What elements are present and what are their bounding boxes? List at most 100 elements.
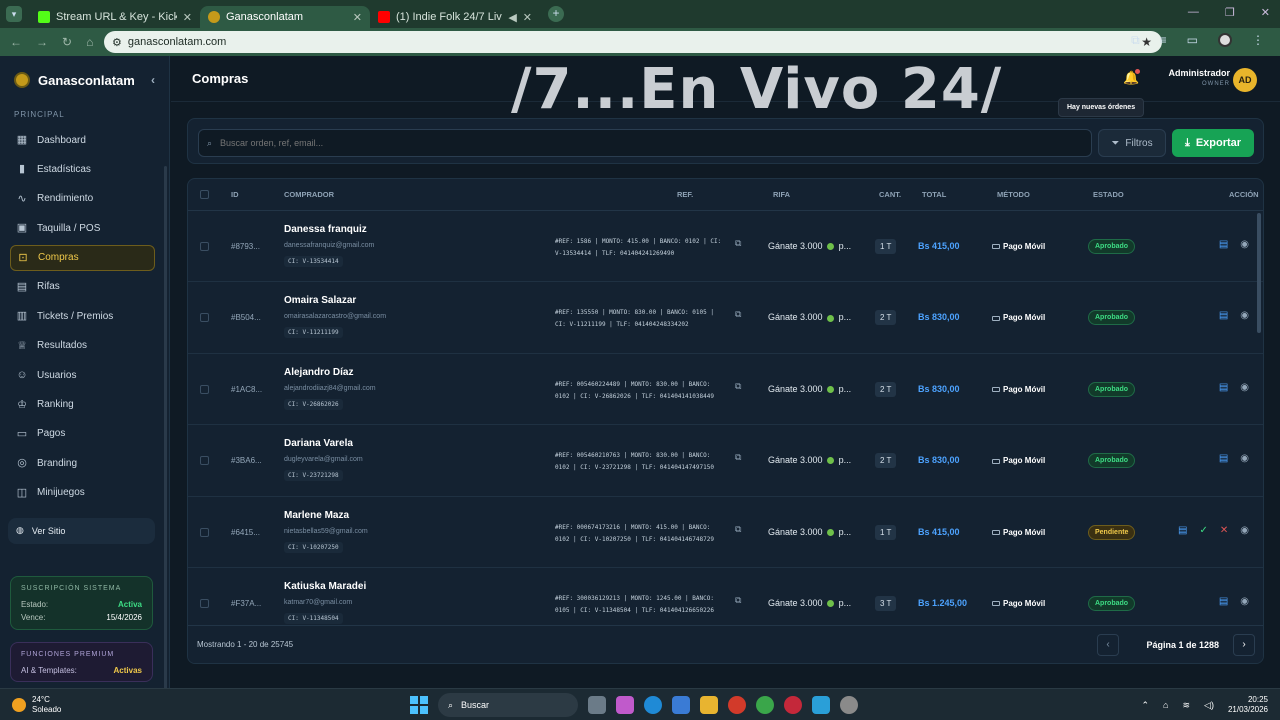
sidebar-item-tickets[interactable]: ▥ Tickets / Premios <box>10 303 155 329</box>
next-page-button[interactable]: › <box>1233 634 1255 656</box>
profile-avatar[interactable] <box>1218 33 1232 47</box>
user-avatar[interactable]: AD <box>1233 68 1257 92</box>
opera-icon[interactable] <box>728 696 746 714</box>
tab-search-icon[interactable]: ▾ <box>6 6 22 22</box>
browser-tab-active[interactable]: Ganasconlatam ✕ <box>200 6 370 28</box>
copy-icon[interactable]: ⧉ <box>735 524 741 535</box>
close-window-icon[interactable]: ✕ <box>1261 6 1270 19</box>
extensions-icon[interactable]: ⧉ <box>1131 33 1140 48</box>
address-bar[interactable]: ⚙ ganasconlatam.com ★ <box>104 31 1162 53</box>
store-icon[interactable] <box>672 696 690 714</box>
browser-tab[interactable]: (1) Indie Folk 24/7 Live Rad ◀ ✕ <box>370 6 540 28</box>
column-header-estado[interactable]: ESTADO <box>1093 190 1124 199</box>
column-header-rifa[interactable]: RIFA <box>773 190 790 199</box>
table-row[interactable]: #B504... Omaira Salazar omairasalazarcastr… <box>188 282 1263 354</box>
sidebar-item-minijuegos[interactable]: ◫ Minijuegos <box>10 480 155 506</box>
filters-button[interactable]: ⏷ Filtros <box>1098 129 1166 157</box>
row-checkbox[interactable] <box>200 313 209 323</box>
search-input[interactable] <box>220 138 1021 148</box>
copy-icon[interactable]: ⧉ <box>735 595 741 606</box>
row-checkbox[interactable] <box>200 384 209 394</box>
select-all-checkbox[interactable] <box>200 190 209 199</box>
table-row[interactable]: #8793... Danessa franquiz danessafranquiz@… <box>188 211 1263 283</box>
split-icon[interactable]: ▭ <box>1187 33 1198 48</box>
close-tab-icon[interactable]: ✕ <box>353 11 362 24</box>
prev-page-button[interactable]: ‹ <box>1097 634 1119 656</box>
order-id[interactable]: #B504... <box>231 313 261 322</box>
table-row[interactable]: #6415... Marlene Maza nietasbellas59@gmail… <box>188 497 1263 568</box>
order-id[interactable]: #3BA6... <box>231 456 262 465</box>
forward-icon[interactable]: → <box>36 35 48 49</box>
receipt-icon[interactable]: ▤ <box>1219 596 1228 607</box>
notifications-bell-icon[interactable]: 🔔 <box>1123 69 1141 86</box>
sidebar-item-resultados[interactable]: ♕ Resultados <box>10 333 155 359</box>
minimize-icon[interactable]: — <box>1188 6 1199 19</box>
sidebar-item-taquilla[interactable]: ▣ Taquilla / POS <box>10 215 155 241</box>
site-info-icon[interactable]: ⚙ <box>112 36 122 49</box>
approve-icon[interactable]: ✓ <box>1199 525 1207 536</box>
sidebar-item-pagos[interactable]: ▭ Pagos <box>10 421 155 447</box>
copy-icon[interactable]: ⧉ <box>735 452 741 463</box>
task-view-icon[interactable] <box>588 696 606 714</box>
volume-icon[interactable]: ◁) <box>1204 700 1214 711</box>
view-icon[interactable]: ◉ <box>1240 596 1249 607</box>
media-icon[interactable]: ≡ <box>1160 33 1167 48</box>
collapse-sidebar-icon[interactable]: ‹ <box>151 73 155 87</box>
ver-sitio-button[interactable]: ◍ Ver Sitio <box>8 517 155 544</box>
start-button[interactable] <box>410 696 428 714</box>
order-id[interactable]: #6415... <box>231 528 260 537</box>
chrome-icon[interactable] <box>756 696 774 714</box>
user-info[interactable]: Administrador OWNER <box>1168 68 1230 87</box>
sidebar-item-usuarios[interactable]: ☺ Usuarios <box>10 362 155 388</box>
reload-icon[interactable]: ↻ <box>62 35 72 49</box>
taskbar-search[interactable]: ⌕ Buscar <box>438 693 578 717</box>
row-checkbox[interactable] <box>200 456 209 466</box>
table-row[interactable]: #3BA6... Dariana Varela dugleyvarela@gmail… <box>188 425 1263 497</box>
chrome-menu-icon[interactable]: ⋮ <box>1252 33 1264 48</box>
copy-icon[interactable]: ⧉ <box>735 381 741 392</box>
column-header-comprador[interactable]: COMPRADOR <box>284 190 334 199</box>
order-id[interactable]: #8793... <box>231 242 260 251</box>
row-checkbox[interactable] <box>200 527 209 537</box>
search-box[interactable]: ⌕ <box>198 129 1092 157</box>
clock[interactable]: 20:25 21/03/2026 <box>1228 695 1268 715</box>
close-tab-icon[interactable]: ✕ <box>523 11 532 24</box>
column-header-id[interactable]: ID <box>231 190 239 199</box>
sidebar-item-compras[interactable]: ⊡ Compras <box>10 244 155 271</box>
row-checkbox[interactable] <box>200 242 209 251</box>
sidebar-scrollbar[interactable] <box>164 166 167 706</box>
sidebar-item-ranking[interactable]: ♔ Ranking <box>10 392 155 418</box>
copy-icon[interactable]: ⧉ <box>735 238 741 249</box>
file-explorer-icon[interactable] <box>700 696 718 714</box>
table-scrollbar[interactable] <box>1257 213 1261 333</box>
mute-tab-icon[interactable]: ◀ <box>508 11 516 24</box>
copilot-icon[interactable] <box>616 696 634 714</box>
sidebar-item-rifas[interactable]: ▤ Rifas <box>10 274 155 300</box>
view-icon[interactable]: ◉ <box>1240 453 1249 464</box>
order-id[interactable]: #1AC8... <box>231 385 262 394</box>
app-icon[interactable] <box>840 696 858 714</box>
close-tab-icon[interactable]: ✕ <box>183 11 192 24</box>
receipt-icon[interactable]: ▤ <box>1219 310 1228 321</box>
view-icon[interactable]: ◉ <box>1240 239 1249 250</box>
receipt-icon[interactable]: ▤ <box>1178 525 1187 536</box>
column-header-metodo[interactable]: MÉTODO <box>997 190 1030 199</box>
view-icon[interactable]: ◉ <box>1240 310 1249 321</box>
sidebar-item-estadisticas[interactable]: ▮ Estadísticas <box>10 156 155 182</box>
browser-tab[interactable]: Stream URL & Key - Kick Dashb ✕ <box>30 6 200 28</box>
copy-icon[interactable]: ⧉ <box>735 309 741 320</box>
network-icon[interactable]: ⌂ <box>1163 700 1168 710</box>
export-button[interactable]: ⤓ Exportar <box>1172 129 1254 157</box>
order-id[interactable]: #F37A... <box>231 599 261 608</box>
edge-icon[interactable] <box>644 696 662 714</box>
telegram-icon[interactable] <box>812 696 830 714</box>
new-tab-button[interactable]: + <box>548 6 564 22</box>
receipt-icon[interactable]: ▤ <box>1219 239 1228 250</box>
chevron-up-icon[interactable]: ⌃ <box>1142 700 1150 711</box>
view-icon[interactable]: ◉ <box>1240 382 1249 393</box>
back-icon[interactable]: ← <box>10 35 22 49</box>
receipt-icon[interactable]: ▤ <box>1219 453 1228 464</box>
view-icon[interactable]: ◉ <box>1240 525 1249 536</box>
table-row[interactable]: #1AC8... Alejandro Díaz alejandrodiiazj84@… <box>188 354 1263 426</box>
receipt-icon[interactable]: ▤ <box>1219 382 1228 393</box>
